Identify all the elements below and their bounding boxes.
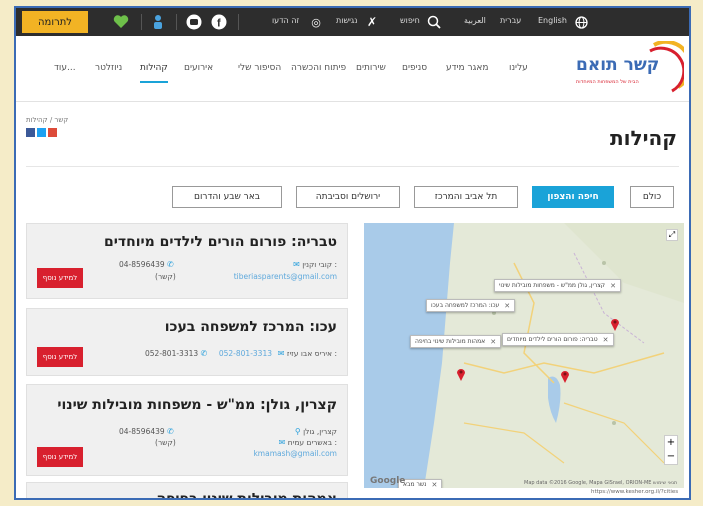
map-pin-icon[interactable] bbox=[610, 317, 620, 331]
heart-icon[interactable] bbox=[111, 12, 131, 32]
location-pin-icon: ⚲ bbox=[294, 427, 301, 436]
filter-tel-aviv-center[interactable]: תל אביב והמרכז bbox=[414, 186, 518, 208]
more-info-button[interactable]: למידע נוסף bbox=[37, 268, 83, 288]
search-icon[interactable] bbox=[424, 12, 444, 32]
card-title[interactable]: עכו: המרכז למשפחה בעכו bbox=[165, 319, 337, 335]
close-icon[interactable]: ✕ bbox=[432, 481, 438, 489]
zoom-out-button[interactable]: − bbox=[665, 450, 677, 464]
search-link[interactable]: חיפוש bbox=[400, 16, 420, 25]
card-email[interactable]: tiberiasparents@gmail.com bbox=[234, 272, 337, 281]
card-contact: ✉ איריס אבו עזיז : bbox=[277, 349, 337, 358]
map-popup[interactable]: אמהות מובילות שינוי בחיפה ✕ bbox=[410, 335, 502, 348]
page-title: קהילות bbox=[610, 126, 677, 150]
accessibility-icon[interactable]: ✗ bbox=[362, 12, 382, 32]
site-logo[interactable]: קשר תואם הבית של המשפחות המיוחדות bbox=[576, 41, 684, 97]
community-card: טבריה: פורום הורים לילדים מיוחדים ✉ קובי… bbox=[26, 223, 348, 299]
nav-item-newsletter[interactable]: ניוזלטר bbox=[95, 63, 122, 73]
more-info-button[interactable]: למידע נוסף bbox=[37, 447, 83, 467]
close-icon[interactable]: ✕ bbox=[610, 282, 616, 290]
logo-tagline: הבית של המשפחות המיוחדות bbox=[576, 79, 639, 85]
card-phone: 04-8596439 ✆ bbox=[119, 260, 174, 269]
english-link[interactable]: English bbox=[538, 16, 567, 25]
nav-item-about[interactable]: עלינו bbox=[509, 63, 528, 73]
card-title[interactable]: טבריה: פורום הורים לילדים מיוחדים bbox=[104, 234, 337, 250]
card-email[interactable]: kmamash@gmail.com bbox=[253, 449, 337, 458]
mail-icon: ✉ bbox=[293, 260, 300, 269]
community-card: אמהות מובילות שינוי בחיפה bbox=[26, 482, 348, 498]
share-facebook-icon[interactable] bbox=[26, 128, 35, 137]
map-pin-icon[interactable] bbox=[560, 369, 570, 383]
card-contact: ✉ קובי וקנין : bbox=[293, 260, 337, 269]
community-card: קצרין, גולן: ממ"ש - משפחות מובילות שינוי… bbox=[26, 384, 348, 476]
svg-text:f: f bbox=[217, 18, 221, 30]
card-phone-note: (קשר) bbox=[155, 438, 176, 447]
card-phone-note: (קשר) bbox=[155, 272, 176, 281]
community-map[interactable]: קצרין, גולן ממ"ש - משפחות מובילות שינוי ✕… bbox=[364, 223, 684, 488]
card-location: ⚲ קצרין, גולן bbox=[294, 427, 337, 436]
zoom-control: + − bbox=[664, 435, 678, 465]
settings-circle-icon[interactable]: ◎ bbox=[306, 12, 326, 32]
nav-item-my-story[interactable]: הסיפור שלי bbox=[238, 63, 281, 73]
more-info-button[interactable]: למידע נוסף bbox=[37, 347, 83, 367]
donate-button[interactable]: לתרומה bbox=[22, 11, 88, 33]
filter-beer-sheva-south[interactable]: באר שבע והדרום bbox=[172, 186, 282, 208]
map-pin-icon[interactable] bbox=[456, 367, 466, 381]
nav-item-training[interactable]: פיתוח והכשרה bbox=[291, 63, 346, 73]
nav-item-events[interactable]: אירועים bbox=[184, 63, 213, 73]
nav-item-info[interactable]: מאגר מידע bbox=[446, 63, 488, 73]
zoom-in-button[interactable]: + bbox=[665, 436, 677, 450]
fullscreen-icon[interactable]: ⤢ bbox=[666, 229, 678, 241]
accessibility-link[interactable]: נגישות bbox=[336, 16, 357, 25]
phone-icon: ✆ bbox=[167, 427, 174, 436]
share-google-icon[interactable] bbox=[48, 128, 57, 137]
mail-icon: ✉ bbox=[277, 349, 285, 358]
filter-jerusalem[interactable]: ירושלים וסביבתה bbox=[296, 186, 400, 208]
hebrew-link[interactable]: עברית bbox=[500, 16, 521, 25]
share-icons bbox=[26, 128, 57, 137]
main-nav: עלינו מאגר מידע סניפים שירותים פיתוח והכ… bbox=[16, 36, 689, 102]
arabic-link[interactable]: العربية bbox=[464, 16, 486, 25]
globe-icon[interactable] bbox=[571, 12, 591, 32]
map-popup[interactable]: עכו: המרכז למשפחה בעכו ✕ bbox=[426, 299, 516, 312]
nav-item-communities[interactable]: קהילות bbox=[140, 63, 168, 83]
card-title[interactable]: אמהות מובילות שינוי בחיפה bbox=[157, 491, 337, 498]
divider bbox=[26, 166, 679, 167]
community-card: עכו: המרכז למשפחה בעכו ✉ איריס אבו עזיז … bbox=[26, 308, 348, 376]
filter-haifa-north[interactable]: חיפה והצפון bbox=[532, 186, 614, 208]
card-email[interactable]: 052-801-3313 bbox=[219, 349, 272, 358]
card-phone: 052-801-3313 ✆ bbox=[145, 349, 208, 358]
map-popup[interactable]: טבריה: פורום הורים לילדים מיוחדים ✕ bbox=[502, 333, 614, 346]
status-bar-url: https://www.kesher.org.il/?cities bbox=[591, 489, 679, 495]
bidi-link[interactable]: זה הדעו bbox=[272, 16, 299, 25]
top-bar: לתרומה f זה הדעו ◎ נגישות ✗ חיפוש العربي… bbox=[16, 8, 689, 36]
browser-frame: לתרומה f זה הדעו ◎ נגישות ✗ חיפוש العربي… bbox=[14, 6, 691, 500]
card-phone: 04-8596439 ✆ bbox=[119, 427, 174, 436]
logo-name: קשר תואם bbox=[576, 55, 660, 75]
facebook-icon[interactable]: f bbox=[209, 12, 229, 32]
breadcrumb[interactable]: קשר / קהילות bbox=[26, 116, 68, 124]
close-icon[interactable]: ✕ bbox=[490, 338, 496, 346]
nav-item-services[interactable]: שירותים bbox=[356, 63, 386, 73]
close-icon[interactable]: ✕ bbox=[504, 302, 510, 310]
share-twitter-icon[interactable] bbox=[37, 128, 46, 137]
map-canvas[interactable] bbox=[364, 223, 684, 488]
youtube-icon[interactable] bbox=[184, 12, 204, 32]
nav-item-more[interactable]: עוד... bbox=[54, 63, 76, 73]
close-icon[interactable]: ✕ bbox=[603, 336, 609, 344]
map-attribution[interactable]: Map data ©2016 Google, Mapa GISrael, ORI… bbox=[524, 480, 677, 486]
map-popup[interactable]: קצרין, גולן ממ"ש - משפחות מובילות שינוי ✕ bbox=[494, 279, 621, 292]
phone-icon: ✆ bbox=[200, 349, 208, 358]
filter-all[interactable]: כולם bbox=[630, 186, 674, 208]
card-contact: ✉ באשרים עמיח : bbox=[278, 438, 337, 447]
card-title[interactable]: קצרין, גולן: ממ"ש - משפחות מובילות שינוי bbox=[57, 397, 337, 413]
nav-item-branches[interactable]: סניפים bbox=[402, 63, 427, 73]
phone-icon: ✆ bbox=[167, 260, 174, 269]
mail-icon: ✉ bbox=[278, 438, 286, 447]
google-logo: Google bbox=[370, 476, 406, 486]
person-icon[interactable] bbox=[148, 12, 168, 32]
